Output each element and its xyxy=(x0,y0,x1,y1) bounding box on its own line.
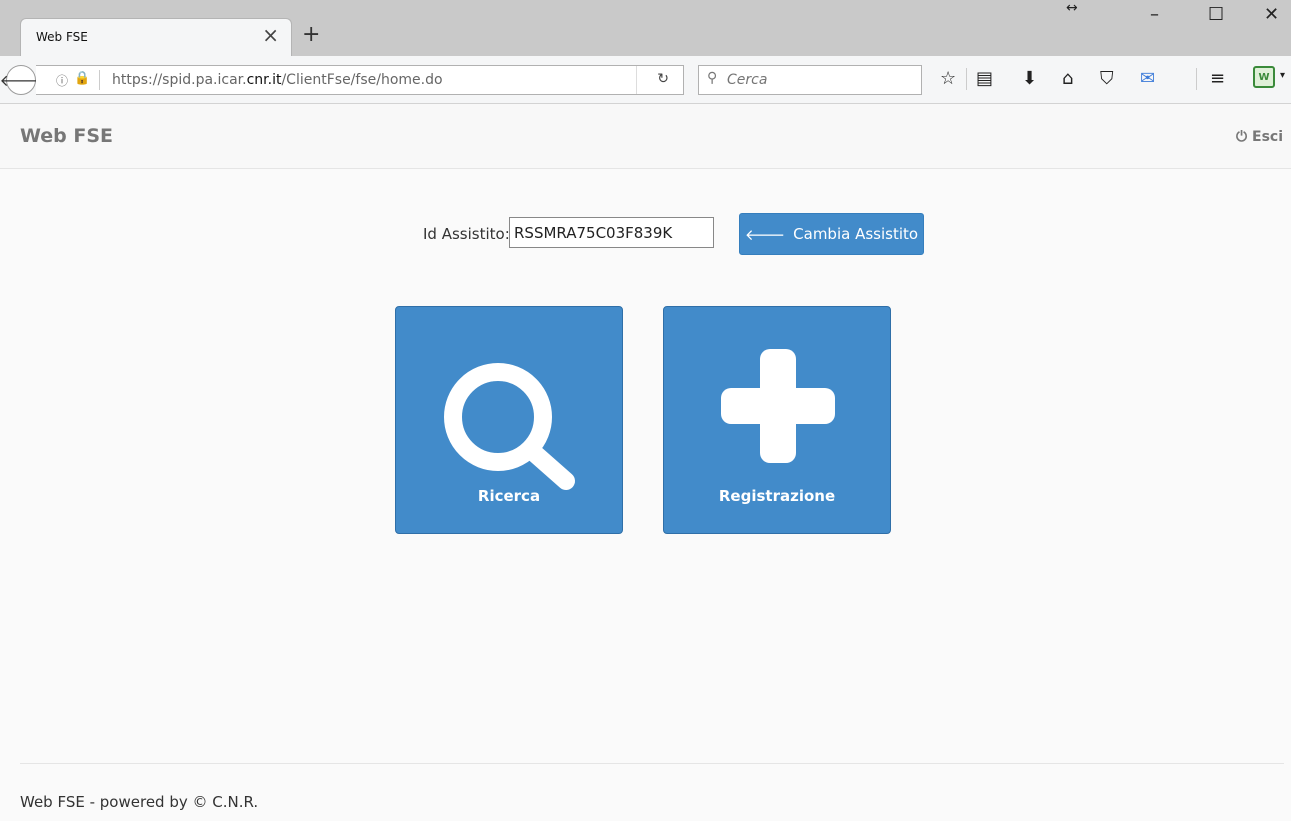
browser-titlebar: Web FSE × + ↔ – ☐ ✕ xyxy=(0,0,1291,56)
register-tile[interactable]: Registrazione xyxy=(663,306,891,534)
mail-icon[interactable]: ✉ xyxy=(1140,66,1155,92)
arrow-left-icon: 🡐 xyxy=(744,225,786,244)
app-header: Web FSE ⏻ Esci xyxy=(0,104,1291,169)
register-tile-label: Registrazione xyxy=(718,487,836,505)
search-icon: ⚲ xyxy=(707,70,718,86)
search-bar[interactable]: ⚲ xyxy=(698,65,922,95)
footer-text: Web FSE - powered by © C.N.R. xyxy=(20,793,259,811)
addon-shield-icon[interactable]: W xyxy=(1253,66,1275,88)
download-icon[interactable]: ⬇ xyxy=(1022,66,1037,92)
toolbar-separator xyxy=(966,68,967,90)
change-patient-label: Cambia Assistito xyxy=(793,225,919,243)
tab-close-icon[interactable]: × xyxy=(262,25,279,45)
lock-warning-icon[interactable]: 🔒 xyxy=(74,71,90,86)
new-tab-button[interactable]: + xyxy=(302,24,320,46)
info-icon[interactable]: ⓘ xyxy=(56,72,68,89)
minimize-button[interactable]: – xyxy=(1150,4,1159,26)
menu-icon[interactable]: ≡ xyxy=(1210,66,1225,92)
url-text[interactable]: https://spid.pa.icar.cnr.it/ClientFse/fs… xyxy=(112,72,443,88)
change-patient-button[interactable]: 🡐 Cambia Assistito xyxy=(739,213,924,255)
tab-title: Web FSE xyxy=(36,30,88,44)
search-input[interactable] xyxy=(727,69,912,91)
url-prefix: https://spid.pa.icar. xyxy=(112,72,247,88)
search-tile[interactable]: Ricerca xyxy=(395,306,623,534)
search-tile-label: Ricerca xyxy=(477,487,541,505)
chevron-down-icon[interactable]: ▾ xyxy=(1280,70,1285,81)
logout-label: Esci xyxy=(1252,129,1283,145)
browser-tab[interactable]: Web FSE × xyxy=(20,18,292,56)
resize-cursor-icon: ↔ xyxy=(1066,0,1078,16)
app-brand[interactable]: Web FSE xyxy=(20,125,113,147)
power-icon: ⏻ xyxy=(1236,129,1248,145)
reload-separator xyxy=(636,66,637,94)
url-bar[interactable]: ⓘ 🔒 https://spid.pa.icar.cnr.it/ClientFs… xyxy=(36,65,684,95)
id-assistito-label: Id Assistito: xyxy=(423,225,510,243)
reload-icon[interactable]: ↻ xyxy=(657,71,669,87)
toolbar-separator xyxy=(1196,68,1197,90)
footer-divider xyxy=(20,763,1284,764)
close-window-button[interactable]: ✕ xyxy=(1264,4,1279,26)
url-suffix: /ClientFse/fse/home.do xyxy=(281,72,443,88)
browser-navbar: 🡐 ⓘ 🔒 https://spid.pa.icar.cnr.it/Client… xyxy=(0,56,1291,104)
pocket-icon[interactable]: ⛉ xyxy=(1100,66,1114,92)
bookmark-star-icon[interactable]: ☆ xyxy=(940,66,956,92)
home-icon[interactable]: ⌂ xyxy=(1062,66,1073,92)
back-button[interactable]: 🡐 xyxy=(0,65,42,95)
maximize-button[interactable]: ☐ xyxy=(1208,4,1224,26)
url-separator xyxy=(99,70,100,90)
logout-button[interactable]: ⏻ Esci xyxy=(1236,129,1283,145)
url-domain: cnr.it xyxy=(246,72,282,88)
id-assistito-input[interactable] xyxy=(509,217,714,248)
bookmarks-library-icon[interactable]: ▤ xyxy=(976,66,993,92)
